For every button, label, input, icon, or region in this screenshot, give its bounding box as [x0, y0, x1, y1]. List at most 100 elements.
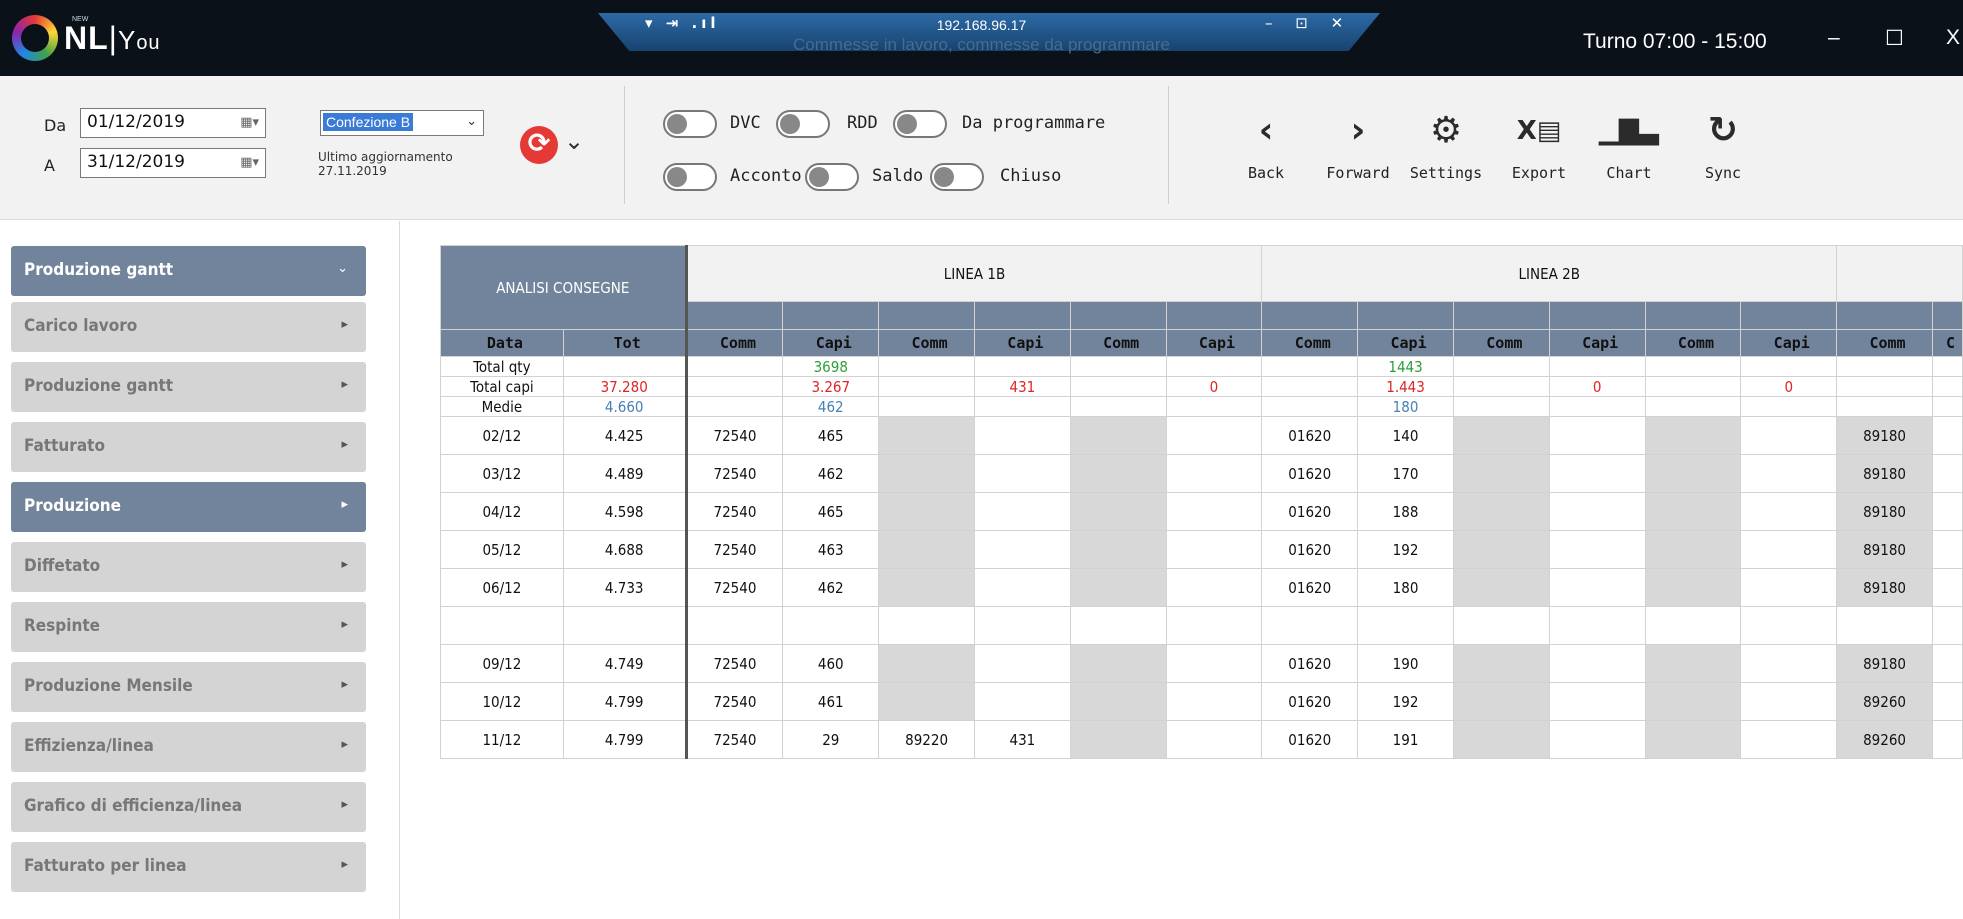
- column-header[interactable]: Comm: [878, 329, 975, 357]
- column-header[interactable]: Capi: [1548, 329, 1646, 357]
- date-cell: [440, 606, 564, 645]
- sidebar-item-produzione[interactable]: Produzione ▸: [11, 482, 366, 532]
- column-header[interactable]: Comm: [1069, 329, 1167, 357]
- summary-value: 0: [1740, 376, 1838, 397]
- sidebar-item-fatturato[interactable]: Fatturato ▸: [11, 422, 366, 472]
- calendar-dropdown-icon[interactable]: ▦▾: [240, 115, 259, 130]
- table-cell: [684, 356, 784, 377]
- remote-window-buttons[interactable]: – ⊡ ✕: [1265, 14, 1352, 32]
- toggle-da-programmare[interactable]: [893, 110, 947, 138]
- chevron-down-icon[interactable]: ⌄: [564, 127, 584, 155]
- toggle-chiuso[interactable]: [930, 163, 984, 191]
- sidebar-item-produzione-mensile[interactable]: Produzione Mensile ▸: [11, 662, 366, 712]
- table-row[interactable]: 02/12 4.425 72540 465 01620 140 89180: [440, 416, 1963, 455]
- comm-cell: 01620: [1261, 644, 1359, 683]
- caret-right-icon: ▸: [341, 677, 348, 692]
- settings-button[interactable]: ⚙ Settings: [1398, 108, 1494, 182]
- table-row[interactable]: 06/12 4.733 72540 462 01620 180 89180: [440, 568, 1963, 607]
- back-button[interactable]: ‹ Back: [1218, 108, 1314, 182]
- table-row[interactable]: 09/12 4.749 72540 460 01620 190 89180: [440, 644, 1963, 683]
- column-header[interactable]: Comm: [684, 329, 784, 357]
- summary-label: Total qty: [440, 356, 564, 377]
- table-row[interactable]: 03/12 4.489 72540 462 01620 170 89180: [440, 454, 1963, 493]
- summary-value: [1548, 396, 1646, 417]
- column-header[interactable]: Comm: [1644, 329, 1742, 357]
- table-row[interactable]: 05/12 4.688 72540 463 01620 192 89180: [440, 530, 1963, 569]
- capi-cell: 170: [1357, 454, 1454, 493]
- comm-cell: [878, 568, 975, 607]
- comm-cell: [1644, 606, 1742, 645]
- calendar-dropdown-icon[interactable]: ▦▾: [240, 155, 259, 170]
- capi-cell: 140: [1357, 416, 1454, 455]
- caret-right-icon: ▸: [341, 317, 348, 332]
- header-band-cell: [1357, 301, 1454, 330]
- capi-cell: [1548, 606, 1646, 645]
- capi-cell: [1165, 720, 1263, 759]
- total-cell: 4.688: [562, 530, 687, 569]
- comm-cell: [878, 454, 975, 493]
- toggle-da-programmare-label: Da programmare: [962, 113, 1106, 133]
- total-cell: 4.799: [562, 682, 687, 721]
- sidebar-item-fatturato-per-linea[interactable]: Fatturato per linea ▸: [11, 842, 366, 892]
- capi-cell: [1931, 682, 1963, 721]
- column-header[interactable]: Capi: [782, 329, 880, 357]
- comm-cell: [1452, 644, 1550, 683]
- sidebar-item-respinte[interactable]: Respinte ▸: [11, 602, 366, 652]
- table-row[interactable]: 04/12 4.598 72540 465 01620 188 89180: [440, 492, 1963, 531]
- table-row[interactable]: [440, 606, 1963, 645]
- capi-cell: [1165, 530, 1263, 569]
- from-date-value: 01/12/2019: [87, 112, 185, 132]
- comm-cell: [1069, 530, 1167, 569]
- close-button[interactable]: X: [1946, 26, 1960, 50]
- bar-chart-icon: ▁▇▃: [1599, 116, 1659, 146]
- table-cell: [1261, 396, 1359, 417]
- column-header[interactable]: Capi: [1165, 329, 1263, 357]
- comm-cell: 72540: [684, 530, 784, 569]
- toggle-rdd[interactable]: [776, 110, 830, 138]
- toggle-rdd-label: RDD: [847, 113, 878, 133]
- capi-cell: [1165, 682, 1263, 721]
- capi-cell: [782, 606, 880, 645]
- sidebar-item-grafico-di-efficienza-linea[interactable]: Grafico di efficienza/linea ▸: [11, 782, 366, 832]
- table-row[interactable]: 11/12 4.799 72540 29 89220 431 01620 191 89260: [440, 720, 1963, 759]
- chart-button[interactable]: ▁▇▃ Chart: [1581, 108, 1677, 182]
- sidebar-item-produzione-gantt[interactable]: Produzione gantt ⌄: [11, 246, 366, 296]
- sidebar-item-diffetato[interactable]: Diffetato ▸: [11, 542, 366, 592]
- summary-row: Total qty 3698 1443: [440, 356, 1963, 377]
- minimize-button[interactable]: –: [1828, 26, 1840, 50]
- capi-cell: [1548, 530, 1646, 569]
- sync-button[interactable]: ↻ Sync: [1675, 108, 1771, 182]
- sidebar-item-carico-lavoro[interactable]: Carico lavoro ▸: [11, 302, 366, 352]
- toggle-saldo[interactable]: [805, 163, 859, 191]
- column-header[interactable]: Comm: [1452, 329, 1550, 357]
- toggle-dvc[interactable]: [663, 110, 717, 138]
- refresh-icon[interactable]: ⟳: [520, 126, 558, 164]
- comm-cell: [1452, 416, 1550, 455]
- column-header[interactable]: C: [1931, 329, 1963, 357]
- column-header[interactable]: Tot: [562, 329, 687, 357]
- forward-button[interactable]: › Forward: [1310, 108, 1406, 182]
- header-band-cell: [878, 301, 975, 330]
- column-header[interactable]: Capi: [1357, 329, 1454, 357]
- summary-value: [1165, 396, 1263, 417]
- column-header[interactable]: Capi: [1740, 329, 1838, 357]
- capi-cell: [1740, 492, 1838, 531]
- capi-cell: 188: [1357, 492, 1454, 531]
- to-date-field[interactable]: 31/12/2019 ▦▾: [80, 148, 266, 178]
- sidebar-item-produzione-gantt[interactable]: Produzione gantt ▸: [11, 362, 366, 412]
- from-date-field[interactable]: 01/12/2019 ▦▾: [80, 108, 266, 138]
- column-header[interactable]: Comm: [1836, 329, 1933, 357]
- maximize-button[interactable]: ☐: [1885, 26, 1904, 51]
- column-header[interactable]: Capi: [973, 329, 1071, 357]
- last-update: Ultimo aggiornamento 27.11.2019: [318, 150, 488, 178]
- sidebar-item-effizienza-linea[interactable]: Effizienza/linea ▸: [11, 722, 366, 772]
- line-select[interactable]: Confezione B ⌄: [320, 110, 484, 136]
- comm-cell: [1452, 454, 1550, 493]
- gear-icon: ⚙: [1429, 110, 1463, 151]
- toggle-acconto[interactable]: [663, 163, 717, 191]
- column-header[interactable]: Data: [440, 329, 564, 357]
- column-header[interactable]: Comm: [1261, 329, 1359, 357]
- export-button[interactable]: X▤ Export: [1491, 108, 1587, 182]
- table-cell: [878, 376, 975, 397]
- table-row[interactable]: 10/12 4.799 72540 461 01620 192 89260: [440, 682, 1963, 721]
